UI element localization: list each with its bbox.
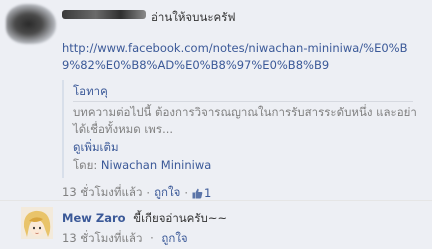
like-link[interactable]: ถูกใจ	[161, 231, 187, 245]
avatar[interactable]	[21, 207, 53, 239]
like-count[interactable]: 1	[204, 186, 211, 200]
separator: ·	[184, 186, 189, 200]
separator: ·	[146, 186, 151, 200]
see-more-link[interactable]: ดูเพิ่มเติม	[73, 139, 119, 157]
thumbs-up-icon[interactable]	[192, 188, 203, 199]
shared-link-url[interactable]: http://www.facebook.com/notes/niwachan-m…	[62, 40, 422, 74]
preview-author-link[interactable]: Niwachan Mininiwa	[101, 158, 211, 172]
preview-divider	[73, 101, 413, 102]
preview-byline: โดย: Niwachan Mininiwa	[73, 157, 211, 175]
avatar-redacted[interactable]	[6, 4, 56, 44]
preview-body: บทความต่อไปนี้ ต้องการวิจารณญาณในการรับส…	[73, 105, 417, 136]
separator: ·	[150, 231, 154, 245]
comment-2-header: Mew Zaro ขี้เกียจอ่านครับ~~	[62, 210, 227, 228]
timestamp[interactable]: 13 ชั่วโมงที่แล้ว	[62, 231, 142, 245]
comment-text: อ่านให้จบนะครัฟ	[151, 10, 236, 24]
comment-meta: 13 ชั่วโมงที่แล้ว · ถูกใจ	[62, 230, 188, 248]
link-preview: โอทาคุ บทความต่อไปนี้ ต้องการวิจารณญาณใน…	[62, 80, 419, 178]
comment-text: ขี้เกียจอ่านครับ~~	[133, 211, 228, 225]
author-name-redacted[interactable]	[62, 10, 146, 19]
by-label: โดย:	[73, 158, 98, 172]
preview-title[interactable]: โอทาคุ	[73, 83, 108, 101]
author-name-link[interactable]: Mew Zaro	[62, 211, 126, 225]
